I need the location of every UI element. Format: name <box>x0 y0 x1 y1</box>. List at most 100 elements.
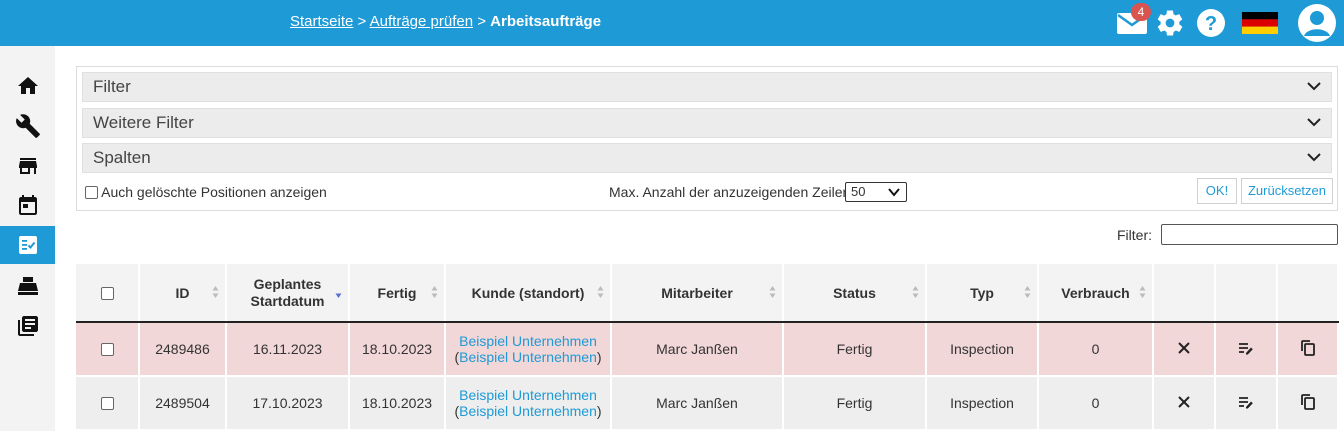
max-rows-select[interactable]: 50 <box>845 182 907 202</box>
column-header-label: Geplantes Startdatum <box>250 275 325 309</box>
customer-link[interactable]: Beispiel Unternehmen <box>459 387 597 403</box>
breadcrumb: Startseite > Aufträge prüfen > Arbeitsau… <box>290 13 601 30</box>
accordion-more-filters[interactable]: Weitere Filter <box>82 108 1332 138</box>
column-header-status[interactable]: Status <box>783 264 927 323</box>
help-button[interactable]: ? <box>1196 8 1226 43</box>
printer-icon <box>17 277 38 295</box>
table-row[interactable]: 2489504 17.10.2023 18.10.2023 Beispiel U… <box>76 376 1339 431</box>
language-button[interactable] <box>1242 12 1278 39</box>
sidebar-item-store[interactable] <box>0 147 55 185</box>
column-header-label: ID <box>175 284 190 301</box>
table-row[interactable]: 2489486 16.11.2023 18.10.2023 Beispiel U… <box>76 322 1339 377</box>
customer-link[interactable]: Beispiel Unternehmen <box>459 333 597 349</box>
column-header-done[interactable]: Fertig <box>349 264 446 323</box>
home-icon <box>17 77 38 94</box>
cell-start-date: 16.11.2023 <box>226 322 350 377</box>
column-header-customer[interactable]: Kunde (standort) <box>445 264 612 323</box>
select-all-checkbox[interactable] <box>100 286 114 300</box>
select-all-header <box>76 264 140 323</box>
column-header-label: Kunde (standort) <box>471 284 585 301</box>
cell-status: Fertig <box>783 322 927 377</box>
sidebar-item-calendar[interactable] <box>0 187 55 225</box>
cell-employee: Marc Janßen <box>611 322 784 377</box>
edit-button[interactable] <box>1215 322 1278 377</box>
accordion-label: Spalten <box>93 148 151 167</box>
wrench-icon <box>15 114 40 138</box>
delete-button[interactable] <box>1153 376 1216 431</box>
store-icon <box>18 158 37 174</box>
column-header-id[interactable]: ID <box>139 264 227 323</box>
mail-count-badge: 4 <box>1131 3 1151 21</box>
cell-consumption: 0 <box>1038 376 1154 431</box>
work-orders-table: ID Geplantes Startdatum Fertig Kunde (st… <box>76 264 1339 431</box>
column-header-label: Fertig <box>377 284 417 301</box>
reset-button[interactable]: Zurücksetzen <box>1241 178 1333 204</box>
calendar-icon <box>18 195 37 215</box>
sidebar-item-home[interactable] <box>0 67 55 105</box>
sidebar-item-orders[interactable] <box>0 226 55 264</box>
copy-button[interactable] <box>1277 376 1339 431</box>
accordion-columns[interactable]: Spalten <box>82 143 1332 173</box>
column-header-label: Status <box>833 284 876 301</box>
sidebar-item-library[interactable] <box>0 307 55 345</box>
cell-customer: Beispiel Unternehmen (Beispiel Unternehme… <box>445 376 612 431</box>
copy-button[interactable] <box>1277 322 1339 377</box>
sort-icon <box>1139 286 1146 298</box>
mail-button[interactable]: 4 <box>1116 3 1151 36</box>
cell-done-date: 18.10.2023 <box>349 376 446 431</box>
cell-type: Inspection <box>926 376 1039 431</box>
library-icon <box>17 316 38 336</box>
show-deleted-option: Auch gelöschte Positionen anzeigen <box>85 184 327 200</box>
copy-icon <box>1300 339 1315 356</box>
sort-desc-icon <box>335 293 342 298</box>
sort-icon <box>597 286 604 298</box>
sort-icon <box>1024 286 1031 298</box>
column-header-action-copy <box>1277 264 1339 323</box>
cell-done-date: 18.10.2023 <box>349 322 446 377</box>
svg-text:?: ? <box>1205 13 1217 35</box>
user-menu-button[interactable] <box>1297 3 1337 48</box>
breadcrumb-check-orders-link[interactable]: Aufträge prüfen <box>370 13 473 30</box>
copy-icon <box>1300 393 1315 410</box>
table-filter-input[interactable] <box>1161 224 1338 245</box>
ok-button[interactable]: OK! <box>1197 178 1237 204</box>
delete-button[interactable] <box>1153 322 1216 377</box>
column-header-label: Mitarbeiter <box>661 284 733 301</box>
avatar-icon <box>1298 4 1336 42</box>
chevron-down-icon <box>1307 82 1321 91</box>
sidebar <box>0 46 55 431</box>
checklist-icon <box>18 236 37 254</box>
row-checkbox[interactable] <box>100 397 114 410</box>
column-header-start[interactable]: Geplantes Startdatum <box>226 264 350 323</box>
row-checkbox[interactable] <box>100 343 114 356</box>
sort-icon <box>212 286 219 298</box>
breadcrumb-separator: > <box>357 13 367 30</box>
breadcrumb-separator: > <box>477 13 486 30</box>
column-header-label: Verbrauch <box>1061 284 1130 301</box>
sort-icon <box>431 286 438 298</box>
column-header-consumption[interactable]: Verbrauch <box>1038 264 1154 323</box>
table-header-row: ID Geplantes Startdatum Fertig Kunde (st… <box>76 264 1339 323</box>
breadcrumb-current: Arbeitsaufträge <box>490 13 602 30</box>
location-link[interactable]: Beispiel Unternehmen <box>459 403 597 419</box>
gear-icon <box>1157 10 1183 36</box>
edit-button[interactable] <box>1215 376 1278 431</box>
location-link[interactable]: Beispiel Unternehmen <box>459 349 597 365</box>
row-select-cell <box>76 376 140 431</box>
max-rows-value: 50 <box>851 184 866 199</box>
settings-button[interactable] <box>1155 8 1185 43</box>
show-deleted-checkbox[interactable] <box>85 186 98 199</box>
column-header-employee[interactable]: Mitarbeiter <box>611 264 784 323</box>
cell-consumption: 0 <box>1038 322 1154 377</box>
sidebar-item-printer[interactable] <box>0 267 55 305</box>
help-icon: ? <box>1197 9 1225 37</box>
sidebar-item-service[interactable] <box>0 107 55 145</box>
filter-panel: Filter Weitere Filter Spalten Auch gelös… <box>76 66 1338 211</box>
accordion-filter[interactable]: Filter <box>82 72 1332 102</box>
column-header-type[interactable]: Typ <box>926 264 1039 323</box>
close-icon <box>1178 342 1190 354</box>
cell-id: 2489504 <box>139 376 227 431</box>
row-select-cell <box>76 322 140 377</box>
breadcrumb-home-link[interactable]: Startseite <box>290 13 353 30</box>
cell-customer: Beispiel Unternehmen (Beispiel Unternehme… <box>445 322 612 377</box>
